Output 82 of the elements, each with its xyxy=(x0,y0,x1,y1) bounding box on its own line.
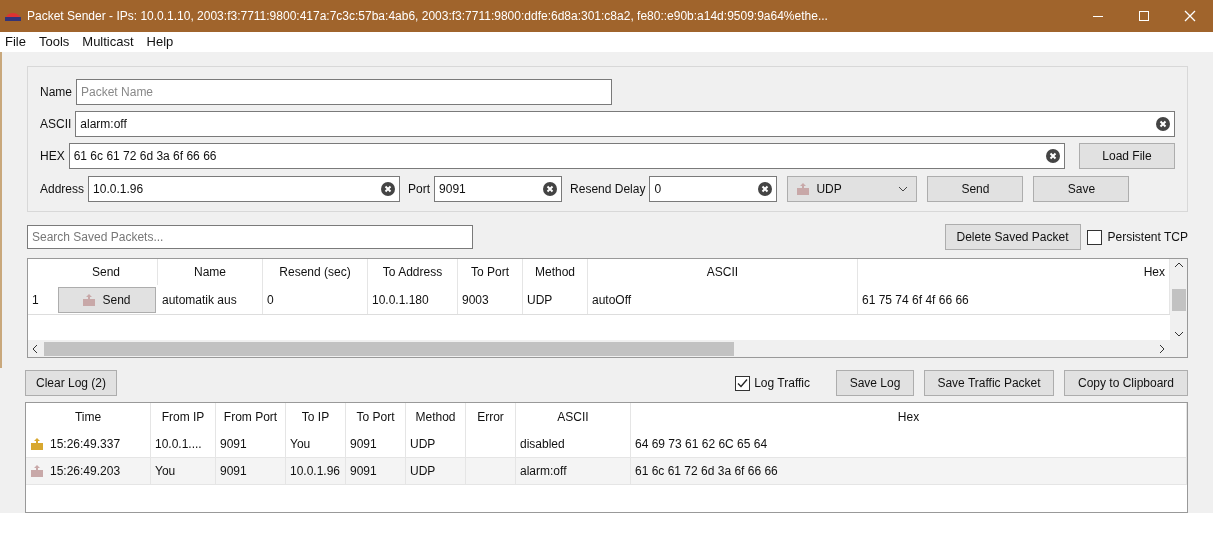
checkbox[interactable] xyxy=(735,375,751,391)
send-button[interactable]: Send xyxy=(927,176,1024,202)
close-icon[interactable] xyxy=(1184,10,1196,22)
column-header[interactable]: To Address xyxy=(368,259,458,285)
checkbox-label: Log Traffic xyxy=(754,375,810,392)
vertical-scrollbar[interactable] xyxy=(1170,259,1187,340)
table-cell-text: 10.0.1.... xyxy=(155,436,202,453)
scroll-down-icon[interactable] xyxy=(1173,331,1184,337)
field-label: Port xyxy=(408,181,431,198)
table-cell-text: UDP xyxy=(410,436,436,453)
table-cell: autoOff xyxy=(588,285,858,314)
field-label: ASCII xyxy=(40,116,72,133)
row-number: 1 xyxy=(31,291,40,309)
method-dropdown[interactable]: UDP xyxy=(787,176,918,202)
column-header[interactable]: ASCII xyxy=(588,259,858,285)
column-header[interactable]: Method xyxy=(523,259,588,285)
save-log-button[interactable]: Save Log xyxy=(836,370,914,396)
packet-icon xyxy=(82,293,97,306)
checkbox-label: Persistent TCP xyxy=(1107,229,1188,246)
table-cell-text: 9091 xyxy=(350,463,377,480)
field-label: HEX xyxy=(40,148,65,165)
window-title: Packet Sender - IPs: 10.0.1.10, 2003:f3:7711:9800:417a:7c3c:57ba:4ab6, 2003:f3:7711:9800:ddfe:6d8a:301:c8a2, fe80::e90b:a14d:9509:9a64%ethe... xyxy=(27,8,829,25)
field-label: Name xyxy=(40,84,72,101)
menu-item[interactable]: Multicast xyxy=(82,32,134,52)
table-cell-text: 61 6c 61 72 6d 3a 6f 66 66 xyxy=(635,463,778,480)
table-cell-text: 9091 xyxy=(220,463,247,480)
scroll-right-icon[interactable] xyxy=(1159,343,1165,354)
table-cell-text: UDP xyxy=(410,463,436,480)
packet-icon xyxy=(796,183,811,195)
scrollbar-thumb[interactable] xyxy=(44,341,734,356)
clear-icon[interactable] xyxy=(758,182,773,196)
app-icon xyxy=(5,11,21,21)
packet-icon xyxy=(30,465,44,477)
port-field[interactable]: 9091 xyxy=(434,176,563,202)
clear-icon[interactable] xyxy=(543,182,558,196)
table-cell: automatik aus xyxy=(158,285,263,314)
menu-item[interactable]: Help xyxy=(146,32,174,52)
horizontal-scrollbar[interactable] xyxy=(28,340,1187,357)
column-header[interactable]: To Port xyxy=(458,259,523,285)
table-cell-text: You xyxy=(290,436,311,453)
search-field[interactable]: Search Saved Packets... xyxy=(27,225,473,249)
table-cell-text: disabled xyxy=(520,436,565,453)
table-cell: 10.0.1.180 xyxy=(368,285,458,314)
table-cell-text: 15:26:49.203 xyxy=(50,463,121,480)
checkbox[interactable] xyxy=(1086,229,1102,245)
packet-icon xyxy=(30,438,44,450)
clear-log-button[interactable]: Clear Log (2) xyxy=(25,370,117,396)
field-label: Address xyxy=(40,181,85,198)
table-cell-text: 15:26:49.337 xyxy=(50,436,121,453)
column-header[interactable]: Send xyxy=(55,259,158,285)
table-cell: UDP xyxy=(523,285,588,314)
table-cell-text: 10.0.1.96 xyxy=(290,463,341,480)
scroll-left-icon[interactable] xyxy=(32,343,38,354)
menu-item[interactable]: Tools xyxy=(38,32,70,52)
table-cell-text: 9091 xyxy=(220,436,247,453)
table-cell: 0 xyxy=(263,285,368,314)
hex-field[interactable]: 61 6c 61 72 6d 3a 6f 66 66 xyxy=(68,143,1065,169)
table-cell-text: You xyxy=(155,463,176,480)
clear-icon[interactable] xyxy=(381,182,396,196)
clear-icon[interactable] xyxy=(1046,149,1060,163)
name-field[interactable]: Packet Name xyxy=(76,79,612,105)
table-cell: 9003 xyxy=(458,285,523,314)
table-cell-text: 64 69 73 61 62 6C 65 64 xyxy=(635,436,768,453)
column-header[interactable]: Resend (sec) xyxy=(263,259,368,285)
send-button[interactable]: Send xyxy=(57,286,156,313)
resend-delay-field[interactable]: 0 xyxy=(649,176,778,202)
address-field[interactable]: 10.0.1.96 xyxy=(88,176,401,202)
scrollbar-thumb[interactable] xyxy=(1171,288,1186,311)
field-label: Resend Delay xyxy=(570,181,646,198)
table-cell-text: alarm:off xyxy=(520,463,567,480)
clear-icon[interactable] xyxy=(1156,117,1170,131)
save-traffic-packet-button[interactable]: Save Traffic Packet xyxy=(924,370,1054,396)
scroll-up-icon[interactable] xyxy=(1173,262,1184,268)
menu-item[interactable]: File xyxy=(5,32,26,52)
column-header[interactable]: Name xyxy=(158,259,263,285)
caret-icon xyxy=(898,186,909,192)
copy-to-clipboard-button[interactable]: Copy to Clipboard xyxy=(1064,370,1188,396)
save-button[interactable]: Save xyxy=(1033,176,1130,202)
load-file-button[interactable]: Load File xyxy=(1079,143,1175,169)
delete-saved-packet-button[interactable]: Delete Saved Packet xyxy=(944,224,1081,250)
table-cell-text: 9091 xyxy=(350,436,377,453)
ascii-field[interactable]: alarm:off xyxy=(75,111,1175,137)
